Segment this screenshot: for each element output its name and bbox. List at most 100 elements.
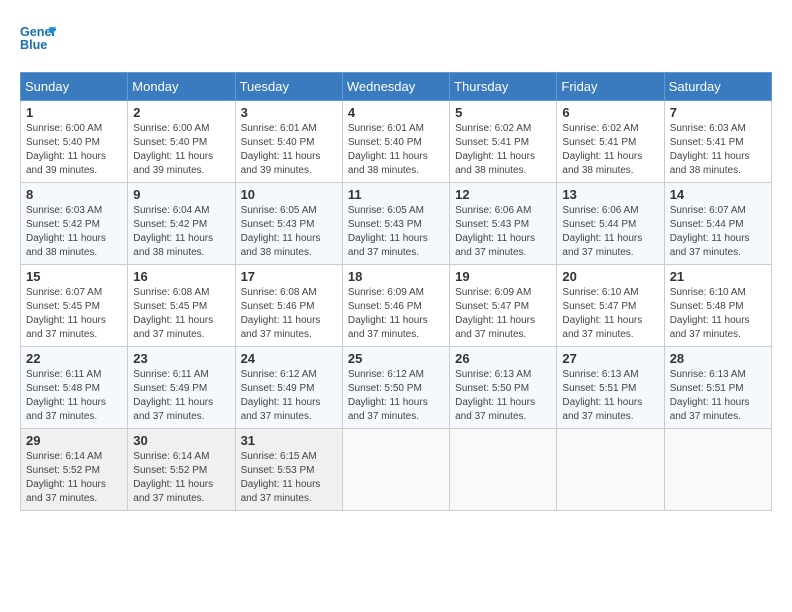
day-number: 6 <box>562 105 658 120</box>
day-number: 28 <box>670 351 766 366</box>
day-info: Sunrise: 6:05 AM Sunset: 5:43 PM Dayligh… <box>348 204 444 260</box>
day-number: 3 <box>241 105 337 120</box>
calendar-cell: 24 Sunrise: 6:12 AM Sunset: 5:49 PM Dayl… <box>235 347 342 429</box>
day-number: 30 <box>133 433 229 448</box>
day-info: Sunrise: 6:04 AM Sunset: 5:42 PM Dayligh… <box>133 204 229 260</box>
day-number: 4 <box>348 105 444 120</box>
day-info: Sunrise: 6:07 AM Sunset: 5:45 PM Dayligh… <box>26 286 122 342</box>
calendar-cell: 20 Sunrise: 6:10 AM Sunset: 5:47 PM Dayl… <box>557 265 664 347</box>
day-info: Sunrise: 6:09 AM Sunset: 5:47 PM Dayligh… <box>455 286 551 342</box>
day-number: 21 <box>670 269 766 284</box>
week-row-5: 29 Sunrise: 6:14 AM Sunset: 5:52 PM Dayl… <box>21 429 772 511</box>
calendar-cell: 15 Sunrise: 6:07 AM Sunset: 5:45 PM Dayl… <box>21 265 128 347</box>
day-info: Sunrise: 6:02 AM Sunset: 5:41 PM Dayligh… <box>455 122 551 178</box>
day-info: Sunrise: 6:06 AM Sunset: 5:44 PM Dayligh… <box>562 204 658 260</box>
svg-text:Blue: Blue <box>20 38 47 52</box>
calendar-cell: 19 Sunrise: 6:09 AM Sunset: 5:47 PM Dayl… <box>450 265 557 347</box>
day-number: 5 <box>455 105 551 120</box>
calendar-cell: 26 Sunrise: 6:13 AM Sunset: 5:50 PM Dayl… <box>450 347 557 429</box>
header: General Blue <box>20 20 772 56</box>
day-info: Sunrise: 6:06 AM Sunset: 5:43 PM Dayligh… <box>455 204 551 260</box>
day-info: Sunrise: 6:14 AM Sunset: 5:52 PM Dayligh… <box>26 450 122 506</box>
day-number: 1 <box>26 105 122 120</box>
calendar-cell: 27 Sunrise: 6:13 AM Sunset: 5:51 PM Dayl… <box>557 347 664 429</box>
day-number: 27 <box>562 351 658 366</box>
day-number: 8 <box>26 187 122 202</box>
day-info: Sunrise: 6:12 AM Sunset: 5:50 PM Dayligh… <box>348 368 444 424</box>
logo-icon: General Blue <box>20 20 56 56</box>
calendar-cell: 17 Sunrise: 6:08 AM Sunset: 5:46 PM Dayl… <box>235 265 342 347</box>
calendar: SundayMondayTuesdayWednesdayThursdayFrid… <box>20 72 772 511</box>
day-info: Sunrise: 6:08 AM Sunset: 5:45 PM Dayligh… <box>133 286 229 342</box>
calendar-cell: 7 Sunrise: 6:03 AM Sunset: 5:41 PM Dayli… <box>664 101 771 183</box>
day-info: Sunrise: 6:13 AM Sunset: 5:51 PM Dayligh… <box>562 368 658 424</box>
calendar-cell: 29 Sunrise: 6:14 AM Sunset: 5:52 PM Dayl… <box>21 429 128 511</box>
day-info: Sunrise: 6:05 AM Sunset: 5:43 PM Dayligh… <box>241 204 337 260</box>
logo: General Blue <box>20 20 62 56</box>
weekday-header-wednesday: Wednesday <box>342 73 449 101</box>
calendar-cell: 13 Sunrise: 6:06 AM Sunset: 5:44 PM Dayl… <box>557 183 664 265</box>
day-number: 24 <box>241 351 337 366</box>
day-number: 26 <box>455 351 551 366</box>
calendar-cell <box>664 429 771 511</box>
weekday-header-thursday: Thursday <box>450 73 557 101</box>
calendar-cell: 22 Sunrise: 6:11 AM Sunset: 5:48 PM Dayl… <box>21 347 128 429</box>
calendar-cell: 11 Sunrise: 6:05 AM Sunset: 5:43 PM Dayl… <box>342 183 449 265</box>
calendar-cell: 28 Sunrise: 6:13 AM Sunset: 5:51 PM Dayl… <box>664 347 771 429</box>
calendar-cell: 6 Sunrise: 6:02 AM Sunset: 5:41 PM Dayli… <box>557 101 664 183</box>
day-number: 16 <box>133 269 229 284</box>
day-number: 19 <box>455 269 551 284</box>
calendar-cell: 31 Sunrise: 6:15 AM Sunset: 5:53 PM Dayl… <box>235 429 342 511</box>
day-info: Sunrise: 6:11 AM Sunset: 5:49 PM Dayligh… <box>133 368 229 424</box>
week-row-4: 22 Sunrise: 6:11 AM Sunset: 5:48 PM Dayl… <box>21 347 772 429</box>
day-number: 31 <box>241 433 337 448</box>
calendar-cell: 16 Sunrise: 6:08 AM Sunset: 5:45 PM Dayl… <box>128 265 235 347</box>
day-info: Sunrise: 6:02 AM Sunset: 5:41 PM Dayligh… <box>562 122 658 178</box>
day-number: 9 <box>133 187 229 202</box>
calendar-cell: 3 Sunrise: 6:01 AM Sunset: 5:40 PM Dayli… <box>235 101 342 183</box>
calendar-cell: 4 Sunrise: 6:01 AM Sunset: 5:40 PM Dayli… <box>342 101 449 183</box>
day-info: Sunrise: 6:00 AM Sunset: 5:40 PM Dayligh… <box>26 122 122 178</box>
day-info: Sunrise: 6:00 AM Sunset: 5:40 PM Dayligh… <box>133 122 229 178</box>
day-info: Sunrise: 6:13 AM Sunset: 5:51 PM Dayligh… <box>670 368 766 424</box>
day-number: 15 <box>26 269 122 284</box>
calendar-cell: 14 Sunrise: 6:07 AM Sunset: 5:44 PM Dayl… <box>664 183 771 265</box>
day-number: 2 <box>133 105 229 120</box>
day-number: 10 <box>241 187 337 202</box>
day-info: Sunrise: 6:07 AM Sunset: 5:44 PM Dayligh… <box>670 204 766 260</box>
day-number: 22 <box>26 351 122 366</box>
calendar-cell <box>557 429 664 511</box>
day-number: 11 <box>348 187 444 202</box>
calendar-cell: 2 Sunrise: 6:00 AM Sunset: 5:40 PM Dayli… <box>128 101 235 183</box>
calendar-cell: 25 Sunrise: 6:12 AM Sunset: 5:50 PM Dayl… <box>342 347 449 429</box>
week-row-2: 8 Sunrise: 6:03 AM Sunset: 5:42 PM Dayli… <box>21 183 772 265</box>
day-info: Sunrise: 6:10 AM Sunset: 5:48 PM Dayligh… <box>670 286 766 342</box>
calendar-cell: 1 Sunrise: 6:00 AM Sunset: 5:40 PM Dayli… <box>21 101 128 183</box>
day-number: 17 <box>241 269 337 284</box>
calendar-cell: 18 Sunrise: 6:09 AM Sunset: 5:46 PM Dayl… <box>342 265 449 347</box>
weekday-header-monday: Monday <box>128 73 235 101</box>
calendar-cell <box>450 429 557 511</box>
calendar-cell: 8 Sunrise: 6:03 AM Sunset: 5:42 PM Dayli… <box>21 183 128 265</box>
calendar-cell: 21 Sunrise: 6:10 AM Sunset: 5:48 PM Dayl… <box>664 265 771 347</box>
day-info: Sunrise: 6:01 AM Sunset: 5:40 PM Dayligh… <box>348 122 444 178</box>
day-number: 13 <box>562 187 658 202</box>
week-row-3: 15 Sunrise: 6:07 AM Sunset: 5:45 PM Dayl… <box>21 265 772 347</box>
day-info: Sunrise: 6:10 AM Sunset: 5:47 PM Dayligh… <box>562 286 658 342</box>
calendar-cell: 5 Sunrise: 6:02 AM Sunset: 5:41 PM Dayli… <box>450 101 557 183</box>
day-info: Sunrise: 6:03 AM Sunset: 5:42 PM Dayligh… <box>26 204 122 260</box>
day-number: 18 <box>348 269 444 284</box>
weekday-header-sunday: Sunday <box>21 73 128 101</box>
weekday-header-row: SundayMondayTuesdayWednesdayThursdayFrid… <box>21 73 772 101</box>
calendar-cell: 12 Sunrise: 6:06 AM Sunset: 5:43 PM Dayl… <box>450 183 557 265</box>
calendar-cell: 30 Sunrise: 6:14 AM Sunset: 5:52 PM Dayl… <box>128 429 235 511</box>
day-info: Sunrise: 6:12 AM Sunset: 5:49 PM Dayligh… <box>241 368 337 424</box>
day-number: 20 <box>562 269 658 284</box>
day-info: Sunrise: 6:11 AM Sunset: 5:48 PM Dayligh… <box>26 368 122 424</box>
day-info: Sunrise: 6:14 AM Sunset: 5:52 PM Dayligh… <box>133 450 229 506</box>
day-info: Sunrise: 6:09 AM Sunset: 5:46 PM Dayligh… <box>348 286 444 342</box>
day-number: 23 <box>133 351 229 366</box>
weekday-header-friday: Friday <box>557 73 664 101</box>
day-number: 7 <box>670 105 766 120</box>
day-info: Sunrise: 6:08 AM Sunset: 5:46 PM Dayligh… <box>241 286 337 342</box>
